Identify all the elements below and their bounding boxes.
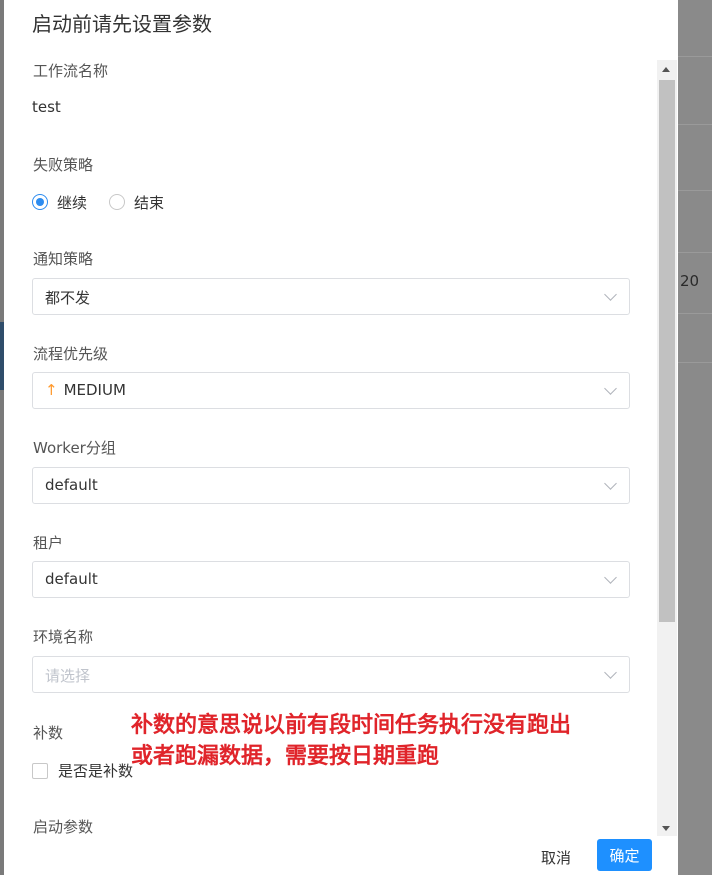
notify-strategy-value: 都不发 (45, 289, 91, 307)
chevron-down-icon (604, 571, 617, 584)
dialog-title: 启动前请先设置参数 (32, 12, 212, 36)
radio-continue[interactable]: 继续 (32, 192, 87, 213)
chevron-down-icon (604, 288, 617, 301)
chevron-down-icon (604, 666, 617, 679)
workflow-name-value: test (32, 98, 61, 116)
scroll-up-icon[interactable] (662, 67, 670, 72)
startup-params-label: 启动参数 (33, 818, 94, 836)
tenant-select[interactable]: default (32, 561, 630, 598)
env-label: 环境名称 (33, 628, 94, 646)
priority-value: MEDIUM (63, 381, 126, 399)
background-page (678, 0, 712, 875)
worker-group-select[interactable]: default (32, 467, 630, 504)
scrollbar[interactable] (657, 60, 677, 836)
priority-select[interactable]: ↑ MEDIUM (32, 372, 630, 409)
confirm-button[interactable]: 确定 (597, 839, 652, 871)
radio-continue-label: 继续 (57, 193, 88, 212)
radio-end[interactable]: 结束 (109, 192, 164, 213)
worker-group-value: default (45, 476, 98, 494)
priority-label: 流程优先级 (33, 345, 109, 363)
background-divider (678, 56, 712, 57)
dialog-footer: 取消 确定 (4, 836, 678, 875)
scrollbar-thumb[interactable] (659, 80, 675, 622)
radio-end-label: 结束 (134, 193, 165, 212)
background-divider (678, 124, 712, 125)
background-divider (678, 190, 712, 191)
env-placeholder: 请选择 (45, 667, 91, 685)
complement-checkbox-label: 是否是补数 (58, 762, 134, 780)
background-cell-text: 20 (680, 272, 700, 290)
arrow-up-icon: ↑ (45, 381, 58, 399)
annotation-line-1: 补数的意思说以前有段时间任务执行没有跑出 (131, 713, 572, 738)
scroll-down-icon[interactable] (662, 826, 670, 831)
failure-strategy-radio-group: 继续 结束 (32, 191, 186, 213)
radio-checked-icon (32, 194, 48, 210)
priority-display: ↑ MEDIUM (45, 381, 126, 399)
start-params-dialog: 启动前请先设置参数 工作流名称 test 失败策略 继续 结束 通知策略 都不发… (4, 0, 678, 875)
annotation-line-2: 或者跑漏数据，需要按日期重跑 (131, 744, 440, 769)
background-divider (678, 362, 712, 363)
complement-checkbox[interactable]: 是否是补数 (32, 760, 133, 781)
cancel-button[interactable]: 取消 (531, 841, 581, 873)
radio-unchecked-icon (109, 194, 126, 210)
notify-strategy-select[interactable]: 都不发 (32, 278, 630, 315)
complement-label: 补数 (33, 724, 64, 742)
worker-group-label: Worker分组 (33, 439, 116, 457)
checkbox-icon (32, 762, 48, 779)
tenant-label: 租户 (33, 534, 64, 552)
env-select[interactable]: 请选择 (32, 656, 630, 693)
tenant-value: default (45, 570, 98, 588)
workflow-name-label: 工作流名称 (33, 62, 109, 80)
annotation-text: 补数的意思说以前有段时间任务执行没有跑出 或者跑漏数据，需要按日期重跑 (131, 710, 651, 772)
background-divider (678, 313, 712, 314)
background-divider (678, 252, 712, 253)
chevron-down-icon (604, 382, 617, 395)
notify-strategy-label: 通知策略 (33, 250, 94, 268)
failure-strategy-label: 失败策略 (33, 156, 94, 174)
chevron-down-icon (604, 477, 617, 490)
